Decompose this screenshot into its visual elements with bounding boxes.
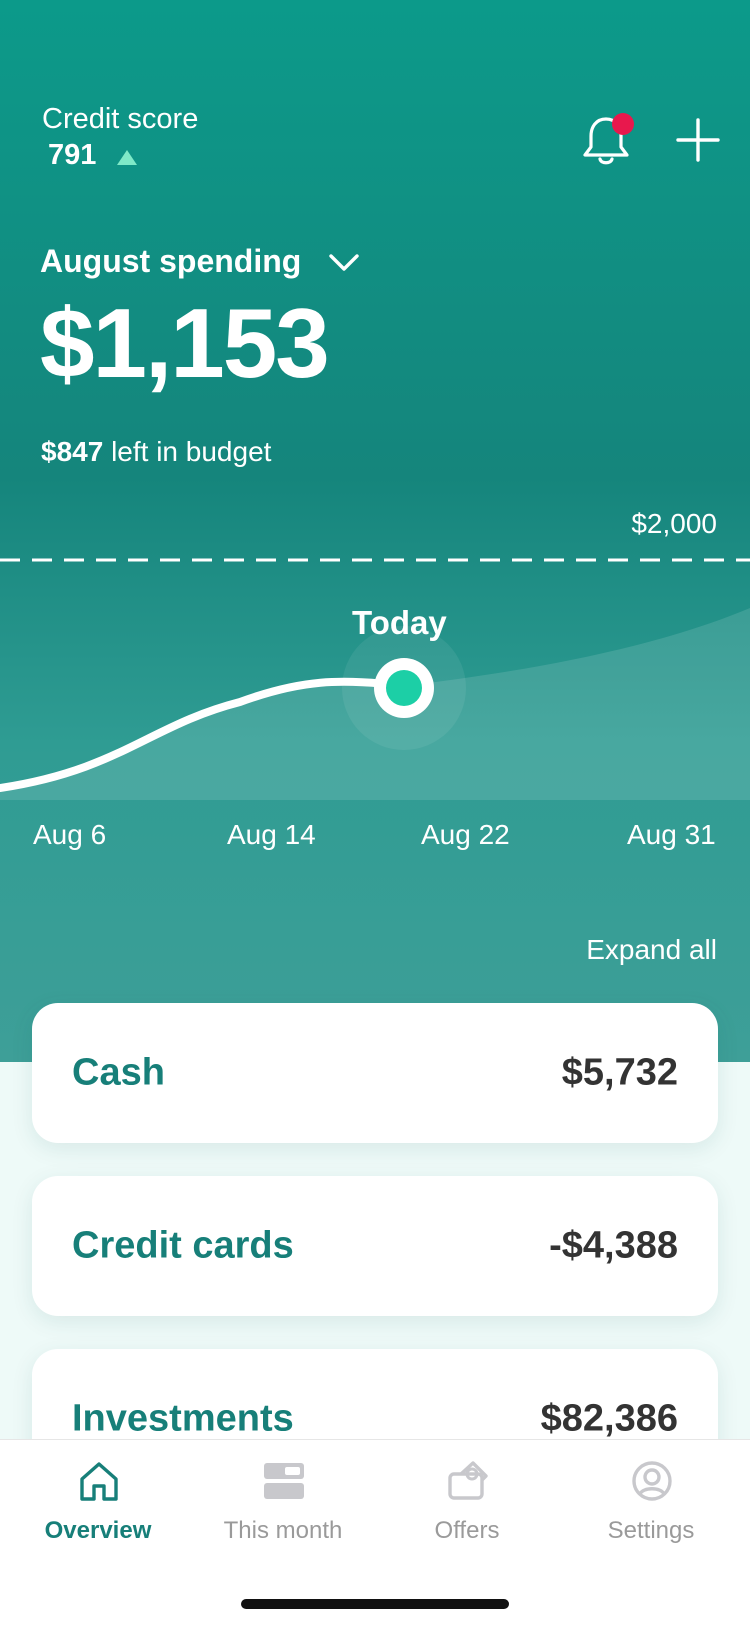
- account-value: $5,732: [561, 1051, 678, 1094]
- axis-label-aug-22: Aug 22: [421, 819, 510, 850]
- month-selector[interactable]: August spending: [40, 243, 301, 280]
- expand-all-button[interactable]: Expand all: [586, 934, 717, 966]
- account-value: -$4,388: [549, 1224, 678, 1267]
- spending-hero: Credit score 791 August spending $1,153 …: [0, 0, 750, 1062]
- account-name: Credit cards: [72, 1224, 294, 1267]
- axis-label-aug-14: Aug 14: [227, 819, 316, 850]
- tab-label: This month: [223, 1517, 343, 1544]
- spending-amount: $1,153: [40, 288, 330, 398]
- budget-remaining: $847 left in budget: [41, 436, 271, 468]
- tab-overview[interactable]: Overview: [4, 1440, 192, 1570]
- home-indicator[interactable]: [241, 1599, 509, 1609]
- tab-label: Settings: [607, 1517, 695, 1544]
- budget-remaining-text: left in budget: [111, 436, 272, 467]
- tab-offers[interactable]: Offers: [373, 1440, 561, 1570]
- offers-icon: [448, 1461, 488, 1500]
- axis-label-aug-31: Aug 31: [627, 819, 716, 850]
- account-name: Cash: [72, 1051, 165, 1094]
- account-card-credit-cards[interactable]: Credit cards -$4,388: [32, 1176, 718, 1316]
- home-icon: [80, 1462, 118, 1501]
- account-card-cash[interactable]: Cash $5,732: [32, 1003, 718, 1143]
- add-icon[interactable]: [676, 118, 720, 162]
- today-marker-dot: [386, 670, 422, 706]
- trend-up-icon: [117, 150, 137, 165]
- spending-chart: [0, 558, 750, 800]
- budget-line-label: $2,000: [631, 508, 717, 539]
- credit-score-label[interactable]: Credit score: [42, 103, 198, 136]
- tab-label: Overview: [44, 1517, 152, 1544]
- tab-this-month[interactable]: This month: [189, 1440, 377, 1570]
- account-value: $82,386: [540, 1397, 678, 1440]
- axis-label-aug-6: Aug 6: [33, 819, 107, 850]
- credit-score-value[interactable]: 791: [48, 139, 96, 172]
- budget-remaining-amount: $847: [41, 436, 104, 467]
- tab-label: Offers: [434, 1517, 500, 1544]
- today-label: Today: [352, 604, 447, 641]
- this-month-icon: [264, 1463, 304, 1499]
- chevron-down-icon[interactable]: [328, 252, 360, 274]
- notification-badge: [612, 113, 634, 135]
- settings-icon: [632, 1461, 672, 1501]
- account-name: Investments: [72, 1397, 294, 1440]
- tab-settings[interactable]: Settings: [557, 1440, 745, 1570]
